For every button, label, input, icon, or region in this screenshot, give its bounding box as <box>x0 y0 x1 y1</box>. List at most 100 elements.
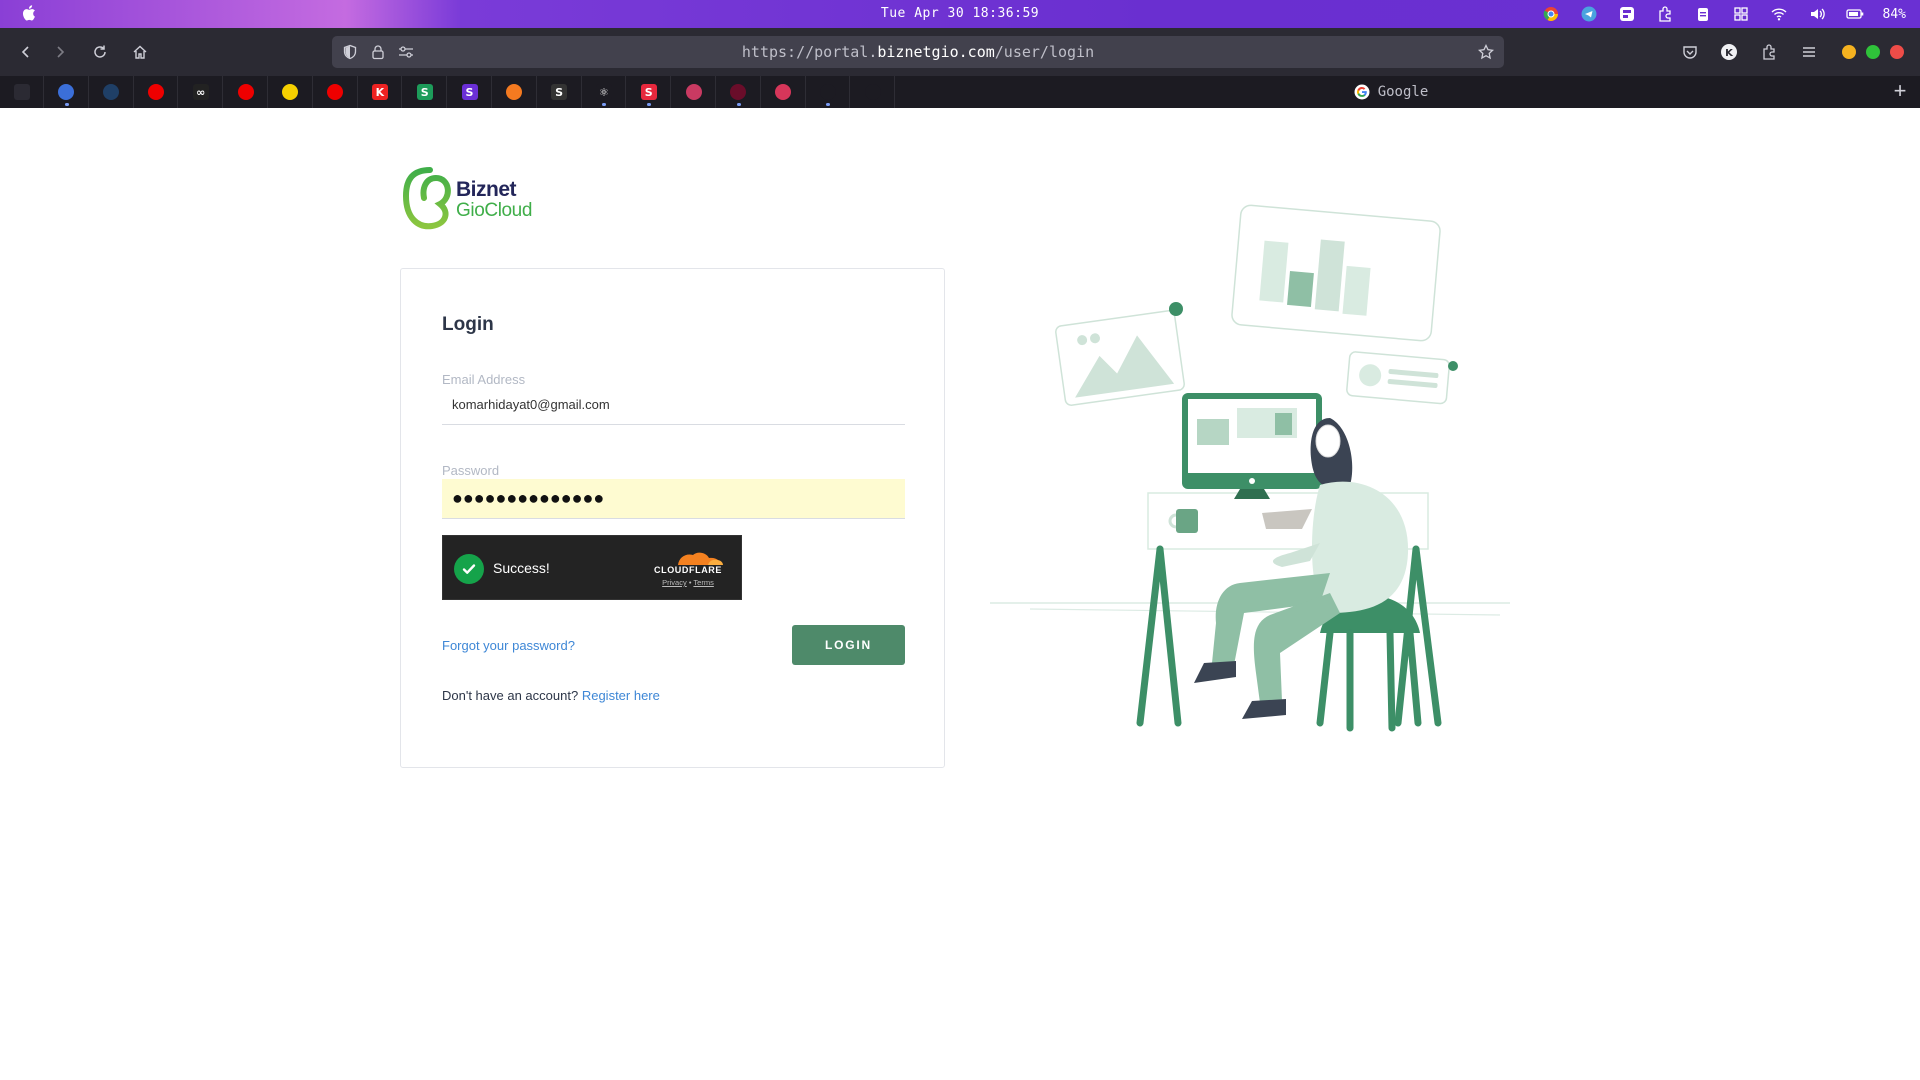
back-button[interactable] <box>14 40 38 64</box>
forward-button[interactable] <box>48 40 72 64</box>
close-window-button[interactable] <box>1890 45 1904 59</box>
cloudflare-brand-text: CLOUDFLARE <box>654 565 722 575</box>
tab-indicator <box>602 103 607 106</box>
s-red-icon: S <box>640 84 657 100</box>
pinned-tab[interactable] <box>45 76 89 108</box>
pinned-tab[interactable]: ∞ <box>179 76 224 108</box>
biznet-gio-cloud-logo[interactable]: Biznet GioCloud <box>400 166 540 230</box>
pinned-tab[interactable] <box>493 76 537 108</box>
tab-list-icon <box>13 84 30 100</box>
battery-percentage: 84% <box>1882 6 1906 22</box>
register-link[interactable]: Register here <box>582 688 660 703</box>
biznet-b-logo-icon <box>402 167 451 230</box>
pinned-tab[interactable]: S <box>448 76 492 108</box>
pinned-tab[interactable] <box>717 76 761 108</box>
pinned-tab[interactable]: S <box>627 76 672 108</box>
pinned-tab[interactable] <box>0 76 44 108</box>
login-button[interactable]: LOGIN <box>792 625 905 665</box>
register-prompt-text: Don't have an account? <box>442 688 579 703</box>
dot-illustration <box>1169 302 1183 316</box>
login-card: Login Email Address Password Success! CL… <box>400 268 945 768</box>
pinned-tab[interactable]: S <box>403 76 448 108</box>
profile-card-illustration <box>1346 351 1451 405</box>
pinned-tab[interactable] <box>269 76 313 108</box>
s-purple-icon: S <box>461 84 478 100</box>
pinned-tab[interactable] <box>314 76 358 108</box>
password-field[interactable] <box>442 479 905 519</box>
tab-indicator <box>826 103 831 106</box>
s-green-icon: S <box>416 84 433 100</box>
new-tab-button[interactable]: + <box>1890 80 1910 102</box>
pocket-icon[interactable] <box>1678 40 1702 64</box>
pinned-tab[interactable]: K <box>358 76 403 108</box>
logo-brand-line1: Biznet <box>456 178 517 201</box>
k-icon: K <box>371 84 388 100</box>
grid-icon[interactable] <box>1731 4 1751 24</box>
maximize-window-button[interactable] <box>1866 45 1880 59</box>
home-button[interactable] <box>128 40 152 64</box>
infinity-icon: ∞ <box>192 84 209 100</box>
pinned-tab[interactable] <box>762 76 806 108</box>
workspace-illustration <box>990 204 1510 732</box>
active-tab[interactable]: Google <box>896 76 1886 108</box>
redhat-icon <box>147 84 164 100</box>
tab-strip: ∞ K S S S ⚛ S Google + <box>0 76 1920 108</box>
reload-button[interactable] <box>88 40 112 64</box>
volume-icon[interactable] <box>1807 4 1827 24</box>
url-text[interactable]: https://portal.biznetgio.com/user/login <box>332 43 1504 61</box>
menu-hamburger-icon[interactable] <box>1797 40 1821 64</box>
dot-illustration <box>1448 361 1458 371</box>
pinned-tab[interactable] <box>672 76 716 108</box>
logo-brand-line2: GioCloud <box>456 200 533 221</box>
clipboard-icon[interactable] <box>1693 4 1713 24</box>
circle-red-icon <box>730 84 747 100</box>
pinned-tab[interactable] <box>806 76 851 108</box>
captcha-status-text: Success! <box>493 560 550 576</box>
pinned-tab[interactable] <box>90 76 134 108</box>
checkmark-success-icon <box>454 554 484 584</box>
app-icon[interactable] <box>1617 4 1637 24</box>
image-card-illustration <box>1055 310 1185 406</box>
pinned-tab[interactable]: ⚛ <box>582 76 627 108</box>
arrow-left-icon <box>21 46 29 58</box>
cloudflare-icon <box>819 84 836 100</box>
login-title: Login <box>442 314 494 335</box>
bookmark-star-icon[interactable] <box>1476 42 1496 62</box>
battery-icon[interactable] <box>1845 4 1865 24</box>
wifi-icon[interactable] <box>1769 4 1789 24</box>
address-bar[interactable]: https://portal.biznetgio.com/user/login <box>332 36 1504 68</box>
forgot-password-link[interactable]: Forgot your password? <box>442 638 575 653</box>
telegram-icon[interactable] <box>1579 4 1599 24</box>
globe-icon <box>103 84 120 100</box>
url-domain: biznetgio.com <box>877 43 995 61</box>
svg-text:K: K <box>1725 48 1734 59</box>
terms-link[interactable]: Terms <box>693 578 713 587</box>
pinned-tab[interactable] <box>224 76 268 108</box>
hex-icon <box>685 84 702 100</box>
duck-icon <box>282 84 299 100</box>
s-dark-icon: S <box>551 84 568 100</box>
biznet-icon <box>864 84 881 100</box>
pinned-tab[interactable] <box>851 76 896 108</box>
reload-icon <box>94 45 106 58</box>
tab-indicator <box>64 103 69 106</box>
register-prompt: Don't have an account? Register here <box>442 688 660 703</box>
extensions-icon[interactable] <box>1757 40 1781 64</box>
cloudflare-turnstile-widget[interactable]: Success! CLOUDFLARE Privacy • Terms <box>442 535 742 600</box>
chrome-icon[interactable] <box>1541 4 1561 24</box>
extension-icon[interactable] <box>1655 4 1675 24</box>
mug-illustration <box>1176 509 1198 533</box>
email-field[interactable] <box>442 385 905 425</box>
page-content: Biznet GioCloud Login Email Address Pass… <box>0 108 1920 1080</box>
privacy-link[interactable]: Privacy <box>662 578 687 587</box>
react-icon: ⚛ <box>595 84 612 100</box>
pinned-tab[interactable] <box>134 76 179 108</box>
box-icon <box>506 84 523 100</box>
cloudflare-links: Privacy • Terms <box>648 578 728 587</box>
arrow-right-icon <box>57 46 65 58</box>
chip-icon <box>58 84 75 100</box>
account-avatar-icon[interactable]: K <box>1717 40 1741 64</box>
minimize-window-button[interactable] <box>1842 45 1856 59</box>
tab-indicator <box>647 103 652 106</box>
pinned-tab[interactable]: S <box>538 76 582 108</box>
